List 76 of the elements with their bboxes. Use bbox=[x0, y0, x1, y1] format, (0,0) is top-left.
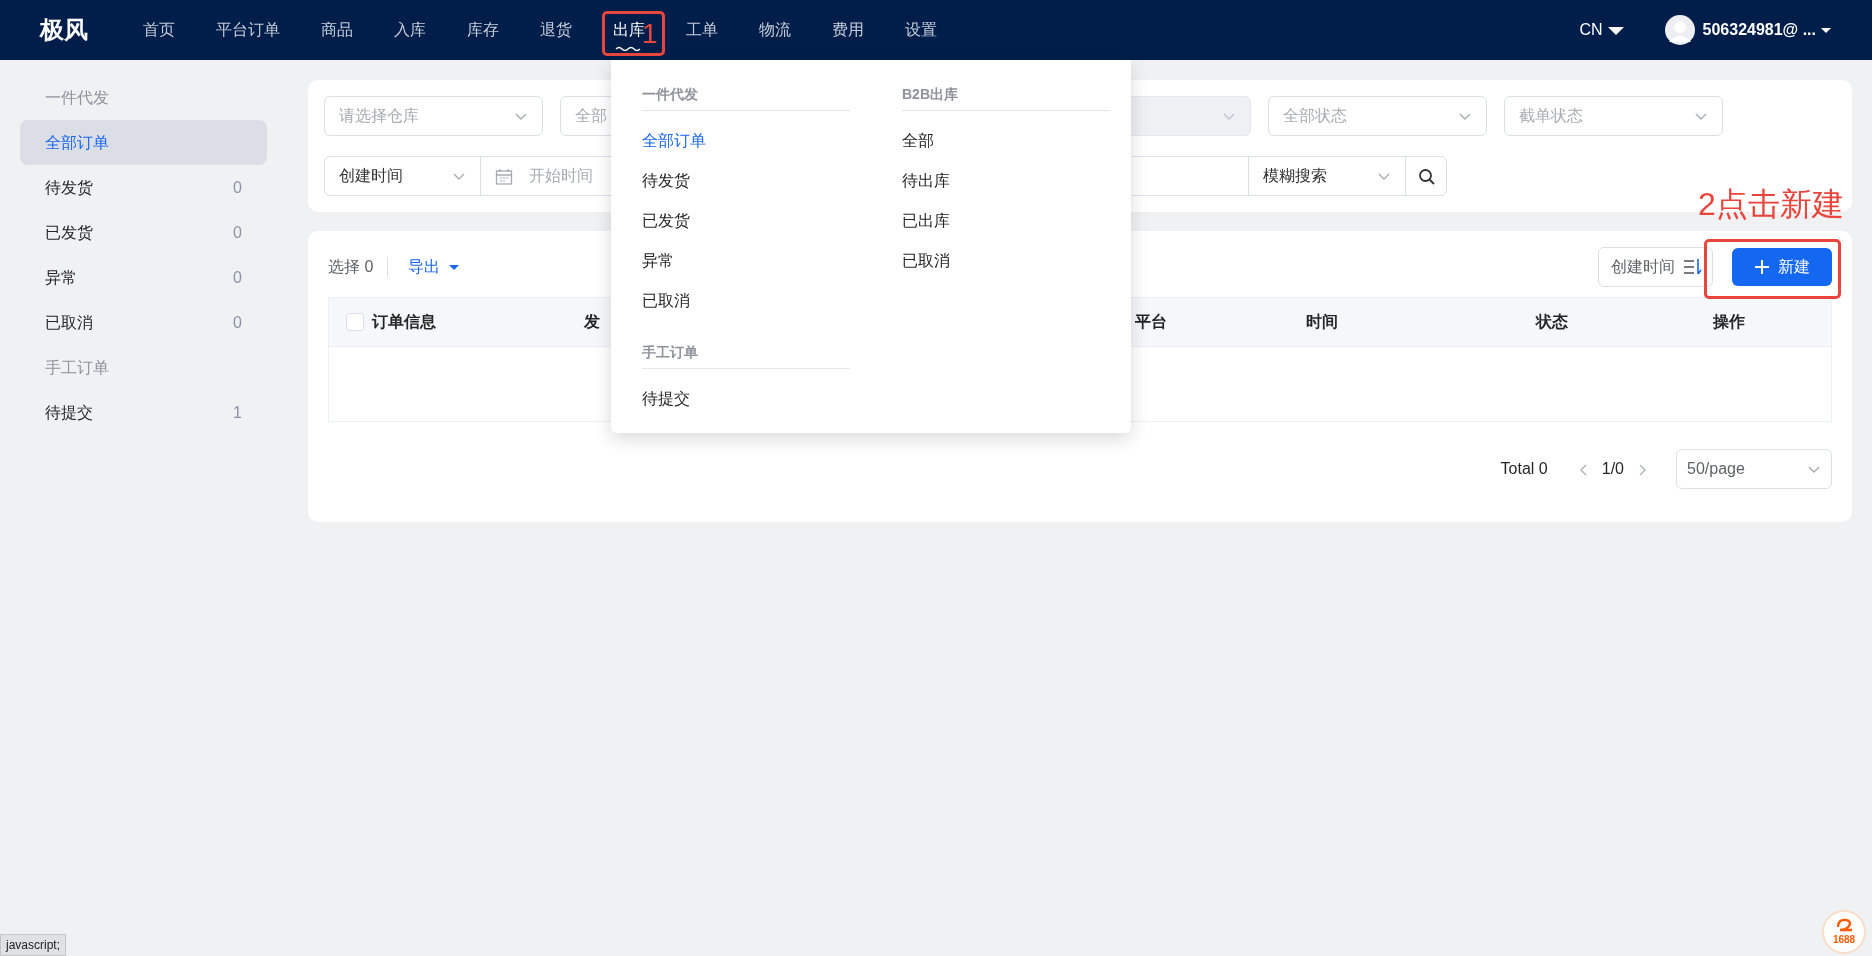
menu-item[interactable]: 已发货 bbox=[642, 201, 850, 241]
menu-item[interactable]: 全部订单 bbox=[642, 121, 850, 161]
sidebar-item[interactable]: 待提交 1 bbox=[20, 390, 267, 435]
column-header: 状态 bbox=[1536, 312, 1568, 332]
sidebar-item-label: 异常 bbox=[45, 267, 77, 288]
sort-button[interactable]: 创建时间 bbox=[1598, 247, 1713, 287]
page-indicator: 1/0 bbox=[1601, 459, 1624, 479]
sidebar-item[interactable]: 待发货 0 bbox=[20, 165, 267, 210]
item-count: 0 bbox=[233, 267, 242, 288]
nav-menu-item[interactable]: 出库 bbox=[613, 8, 645, 52]
sidebar-item-label: 待发货 bbox=[45, 177, 93, 198]
plus-icon bbox=[1754, 259, 1770, 275]
status-bar-text: javascript; bbox=[0, 934, 67, 956]
total-count: Total 0 bbox=[1500, 459, 1548, 479]
column-header: 平台 bbox=[1135, 312, 1167, 332]
sidebar-section-title: 一件代发 bbox=[44, 88, 110, 108]
logo-text: 极风 bbox=[40, 15, 88, 45]
item-count: 0 bbox=[233, 177, 242, 198]
menu-item[interactable]: 已取消 bbox=[642, 281, 850, 321]
item-count: 1 bbox=[233, 402, 242, 423]
nav-menu-item[interactable]: 工单 bbox=[686, 8, 718, 52]
new-button[interactable]: 新建 bbox=[1732, 248, 1832, 286]
annotation-frame bbox=[602, 11, 665, 56]
menu-item[interactable]: 待出库 bbox=[902, 161, 1110, 201]
sort-descending-icon bbox=[1683, 258, 1702, 276]
annotation-label: 2点击新建 bbox=[1698, 188, 1844, 220]
sidebar-item[interactable]: 已发货 0 bbox=[20, 210, 267, 255]
calendar-icon bbox=[495, 167, 513, 185]
caret-icon bbox=[448, 263, 461, 271]
nav-menu-item[interactable]: 物流 bbox=[759, 8, 791, 52]
sidebar-item-label: 待提交 bbox=[45, 402, 93, 423]
user-menu[interactable]: 506324981@ ... bbox=[1664, 15, 1832, 45]
column-header: 发 bbox=[584, 312, 600, 332]
nav-menu-item[interactable]: 入库 bbox=[394, 8, 426, 52]
nav-menu-item[interactable]: 设置 bbox=[905, 8, 937, 52]
nav-menu-item[interactable]: 首页 bbox=[143, 8, 175, 52]
menu-item[interactable]: 全部 bbox=[902, 121, 1110, 161]
chevron-right-icon bbox=[1638, 462, 1648, 477]
wavy-underline-icon bbox=[615, 46, 643, 52]
menu-item[interactable]: 待发货 bbox=[642, 161, 850, 201]
nav-menu-item[interactable]: 费用 bbox=[832, 8, 864, 52]
column-header: 操作 bbox=[1713, 312, 1745, 332]
menu-item[interactable]: 已出库 bbox=[902, 201, 1110, 241]
language-dropdown[interactable]: CN bbox=[1579, 18, 1625, 42]
menu-group-title: B2B出库 bbox=[902, 80, 1110, 111]
sidebar-section-title: 手工订单 bbox=[44, 358, 110, 378]
nav-menu-item[interactable]: 库存 bbox=[467, 8, 499, 52]
nav-menu-item[interactable]: 平台订单 bbox=[216, 8, 280, 52]
sidebar-item[interactable]: 全部订单 bbox=[20, 120, 267, 165]
item-count: 0 bbox=[233, 222, 242, 243]
sidebar-item-label: 已发货 bbox=[45, 222, 93, 243]
export-dropdown[interactable]: 导出 bbox=[408, 255, 461, 279]
menu-item[interactable]: 待提交 bbox=[642, 379, 850, 419]
selection-count: 选择 0 bbox=[328, 257, 374, 277]
date-type-select[interactable]: 创建时间 bbox=[325, 157, 481, 195]
select-all-checkbox[interactable] bbox=[346, 313, 364, 331]
nav-menu-item[interactable]: 商品 bbox=[321, 8, 353, 52]
column-header: 时间 bbox=[1306, 312, 1338, 332]
menu-item[interactable]: 已取消 bbox=[902, 241, 1110, 281]
nav-menu-item[interactable]: 退货 bbox=[540, 8, 572, 52]
sidebar-item[interactable]: 异常 0 bbox=[20, 255, 267, 300]
sidebar-item[interactable]: 已取消 0 bbox=[20, 300, 267, 345]
caret-icon bbox=[1606, 24, 1625, 36]
sidebar-item-label: 已取消 bbox=[45, 312, 93, 333]
sidebar-item-label: 全部订单 bbox=[45, 132, 109, 153]
menu-group-title: 手工订单 bbox=[642, 338, 850, 369]
column-header: 订单信息 bbox=[372, 312, 436, 332]
caret-icon bbox=[1820, 26, 1832, 34]
menu-item[interactable]: 异常 bbox=[642, 241, 850, 281]
search-icon bbox=[1417, 167, 1435, 185]
search-type-select[interactable]: 模糊搜索 bbox=[1249, 157, 1406, 195]
page-size-select[interactable]: 50/page bbox=[1676, 449, 1832, 489]
item-count: 0 bbox=[233, 312, 242, 333]
menu-group-title: 一件代发 bbox=[642, 80, 850, 111]
avatar-icon bbox=[1664, 15, 1695, 45]
logo-icon bbox=[1834, 917, 1854, 932]
